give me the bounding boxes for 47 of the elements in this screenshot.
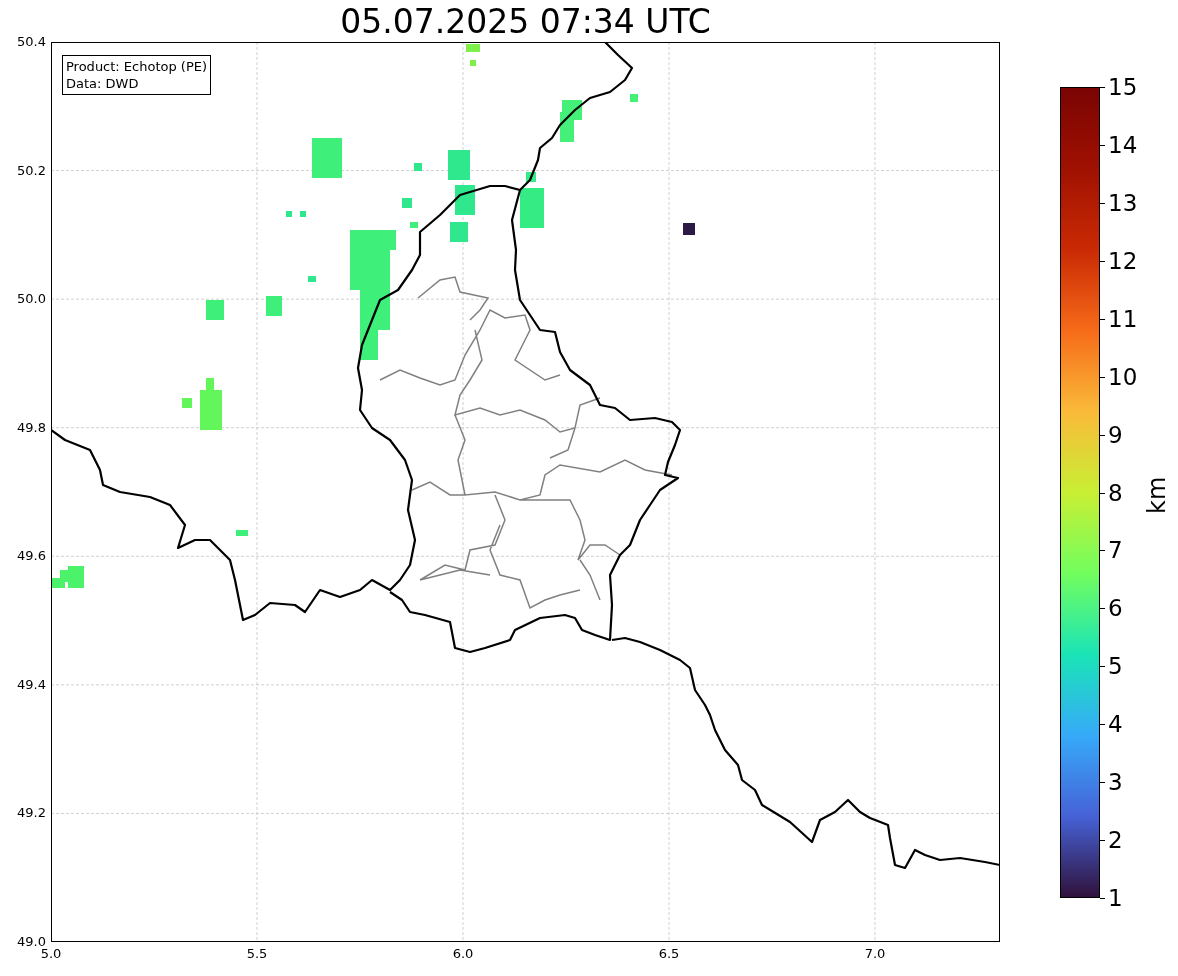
colorbar-tick-label: 2 xyxy=(1108,826,1123,855)
y-axis-tick-label: 49.8 xyxy=(16,419,46,436)
colorbar-tick-label: 15 xyxy=(1108,73,1138,101)
x-axis-tick-label: 7.0 xyxy=(863,946,887,962)
x-axis-tick-label: 5.0 xyxy=(39,946,63,962)
colorbar-tick xyxy=(1100,666,1105,668)
colorbar-tick-label: 8 xyxy=(1108,478,1123,507)
colorbar-tick-label: 9 xyxy=(1108,420,1123,449)
x-axis-tick-label: 6.0 xyxy=(451,946,475,962)
colorbar-tick xyxy=(1100,492,1105,494)
colorbar-tick-label: 3 xyxy=(1108,768,1123,797)
colorbar-tick-label: 7 xyxy=(1108,536,1123,565)
y-axis-tick-label: 49.0 xyxy=(16,934,46,949)
colorbar-tick xyxy=(1100,376,1105,378)
y-axis-tick-label: 50.4 xyxy=(16,34,46,50)
y-axis-tick-label: 50.0 xyxy=(16,291,46,308)
colorbar-tick xyxy=(1100,202,1105,204)
x-axis-tick-label: 6.5 xyxy=(657,946,681,962)
colorbar-tick-label: 13 xyxy=(1108,188,1138,217)
colorbar-tick-label: 10 xyxy=(1108,362,1138,391)
chart-title: 05.07.2025 07:34 UTC xyxy=(339,2,712,42)
colorbar-tick-label: 12 xyxy=(1108,246,1138,275)
colorbar-tick-label: 5 xyxy=(1108,652,1123,681)
colorbar-tick xyxy=(1100,724,1105,726)
colorbar-tick-label: 1 xyxy=(1108,884,1123,912)
x-axis-tick-label: 5.5 xyxy=(245,946,269,962)
colorbar-tick-label: 6 xyxy=(1108,594,1123,623)
colorbar-tick xyxy=(1100,898,1105,899)
colorbar-tick xyxy=(1100,260,1105,262)
colorbar-tick-label: 11 xyxy=(1108,304,1138,333)
colorbar-tick xyxy=(1100,608,1105,610)
colorbar-tick xyxy=(1100,782,1105,784)
y-axis-tick-label: 49.2 xyxy=(16,805,46,822)
y-axis-tick-label: 49.6 xyxy=(16,548,46,565)
colorbar-tick xyxy=(1100,144,1105,146)
y-axis-tick-label: 50.2 xyxy=(16,162,46,179)
colorbar-tick xyxy=(1100,550,1105,552)
colorbar-label: km xyxy=(1142,480,1172,514)
colorbar-tick xyxy=(1100,318,1105,320)
legend-text: Data: DWD xyxy=(66,75,140,92)
colorbar-tick xyxy=(1100,434,1105,436)
colorbar-tick xyxy=(1100,840,1105,842)
colorbar-tick xyxy=(1100,87,1105,88)
y-axis-tick-label: 49.4 xyxy=(16,676,46,693)
colorbar-tick-label: 4 xyxy=(1108,710,1123,739)
legend-text: Product: Echotop (PE) xyxy=(66,58,208,75)
colorbar-tick-label: 14 xyxy=(1108,130,1138,159)
